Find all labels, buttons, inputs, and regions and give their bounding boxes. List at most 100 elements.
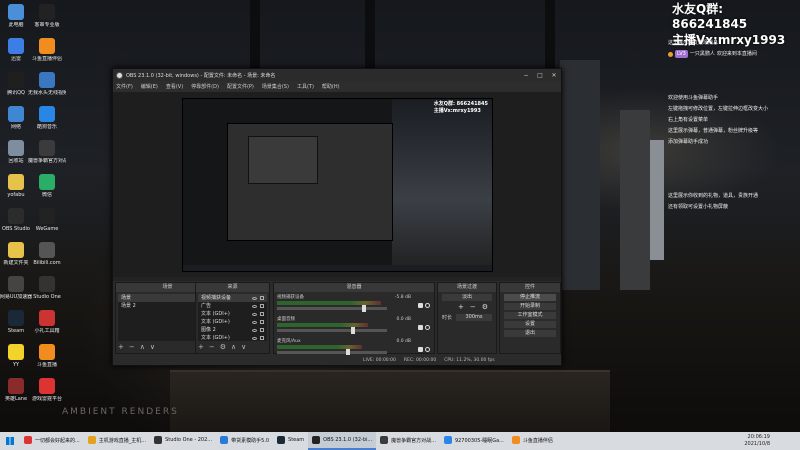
gear-icon[interactable]: ⚙ bbox=[482, 303, 488, 311]
speaker-icon[interactable] bbox=[418, 325, 423, 330]
eye-icon[interactable] bbox=[252, 296, 257, 300]
lock-icon[interactable] bbox=[260, 312, 264, 316]
dock-title: 来源 bbox=[196, 283, 269, 292]
eye-icon[interactable] bbox=[252, 328, 257, 332]
source-item[interactable]: 视频捕获设备 bbox=[198, 294, 267, 302]
desktop-icon[interactable]: 魔兽争霸官方对战平台 bbox=[28, 140, 66, 164]
rec-status: REC: 00:00:00 bbox=[403, 357, 437, 363]
speaker-icon[interactable] bbox=[418, 303, 423, 308]
maximize-icon[interactable]: □ bbox=[533, 72, 547, 79]
system-tray-clock[interactable]: 20:06:19 2021/10/8 bbox=[744, 434, 800, 448]
add-icon[interactable]: + bbox=[458, 303, 464, 311]
volume-slider[interactable] bbox=[277, 349, 387, 356]
desktop-icon[interactable]: Bilibili.com bbox=[28, 242, 66, 266]
speaker-icon[interactable] bbox=[418, 347, 423, 352]
game-icon bbox=[8, 378, 24, 394]
lock-icon[interactable] bbox=[260, 296, 264, 300]
lock-icon[interactable] bbox=[260, 328, 264, 332]
minimize-icon[interactable]: − bbox=[519, 72, 533, 79]
qq-icon bbox=[443, 436, 452, 444]
up-arrow-icon[interactable]: ∧ bbox=[140, 343, 145, 352]
desktop-icon[interactable]: 斗鱼直播伴侣 bbox=[28, 38, 66, 62]
source-item[interactable]: 图像 2 bbox=[198, 326, 267, 334]
obs-preview[interactable]: 水友Q群: 866241845 主播Vx:mrxy1993 bbox=[113, 92, 561, 277]
desktop-icon[interactable]: 微信 bbox=[28, 174, 66, 198]
taskbar-item[interactable]: 斗鱼直播伴侣 bbox=[508, 432, 557, 450]
taskbar-item[interactable]: Steam bbox=[273, 432, 308, 450]
lock-icon[interactable] bbox=[260, 304, 264, 308]
remove-icon[interactable]: − bbox=[470, 303, 476, 311]
menu-item[interactable]: 工具(T) bbox=[297, 83, 314, 90]
eye-icon[interactable] bbox=[252, 336, 257, 340]
down-arrow-icon[interactable]: ∨ bbox=[241, 343, 246, 352]
taskbar-item[interactable]: 92700305-睡眠Ga... bbox=[440, 432, 508, 450]
taskbar-item[interactable]: 带货素模助手5.0 bbox=[216, 432, 273, 450]
remove-icon[interactable]: − bbox=[129, 343, 135, 352]
gear-icon[interactable] bbox=[425, 347, 430, 352]
desktop-icon[interactable]: 小礼工具箱 bbox=[28, 310, 66, 334]
taskbar-item[interactable]: OBS 23.1.0 (32-bi... bbox=[308, 432, 377, 450]
source-item[interactable]: 广告 bbox=[198, 302, 267, 310]
up-arrow-icon[interactable]: ∧ bbox=[231, 343, 236, 352]
desktop-icon[interactable]: 游戏雷霆平台 bbox=[28, 378, 66, 402]
taskbar-item[interactable]: 一切都会好起来的... bbox=[20, 432, 84, 450]
obs-icon bbox=[312, 436, 321, 444]
taskbar-item[interactable]: 主机游戏直播_主机... bbox=[84, 432, 150, 450]
add-icon[interactable]: + bbox=[198, 343, 204, 352]
source-item[interactable]: 文本 (GDI+) bbox=[198, 334, 267, 341]
remove-icon[interactable]: − bbox=[209, 343, 215, 352]
menu-item[interactable]: 帮助(H) bbox=[322, 83, 340, 90]
control-button[interactable]: 退出 bbox=[504, 330, 556, 337]
menu-item[interactable]: 停靠部件(D) bbox=[191, 83, 219, 90]
control-button[interactable]: 开始录制 bbox=[504, 303, 556, 310]
transition-select[interactable]: 淡出 bbox=[442, 294, 492, 301]
down-arrow-icon[interactable]: ∨ bbox=[150, 343, 155, 352]
controls-buttons: 停止推流开始录制工作室模式设置退出 bbox=[500, 294, 560, 337]
source-item[interactable]: 文本 (GDI+) bbox=[198, 318, 267, 326]
desktop-icon[interactable]: 客串专业版 bbox=[28, 4, 66, 28]
control-button[interactable]: 工作室模式 bbox=[504, 312, 556, 319]
volume-knob[interactable] bbox=[361, 305, 366, 312]
desktop-icon[interactable]: 酷狗音乐 bbox=[28, 106, 66, 130]
menu-item[interactable]: 配置文件(P) bbox=[227, 83, 254, 90]
eye-icon[interactable] bbox=[252, 312, 257, 316]
volume-slider[interactable] bbox=[277, 327, 387, 334]
desktop-icon[interactable]: WeGame bbox=[28, 208, 66, 232]
start-button[interactable] bbox=[0, 432, 20, 450]
taskbar-label: 斗鱼直播伴侣 bbox=[522, 437, 553, 444]
chat-message: LV3 一只黑鹦人 欢迎来到本直播间 bbox=[668, 50, 796, 58]
menu-item[interactable]: 查看(V) bbox=[166, 83, 183, 90]
volume-knob[interactable] bbox=[351, 327, 356, 334]
eye-icon[interactable] bbox=[252, 304, 257, 308]
menu-item[interactable]: 编辑(E) bbox=[141, 83, 158, 90]
gear-icon[interactable] bbox=[425, 325, 430, 330]
desktop-icon[interactable]: Studio One bbox=[28, 276, 66, 300]
obs-logo-icon bbox=[116, 71, 123, 79]
desktop-icon[interactable]: 无我水头无线视频 bbox=[28, 72, 66, 96]
taskbar-item[interactable]: 魔兽争霸官方对战... bbox=[376, 432, 440, 450]
eye-icon[interactable] bbox=[252, 320, 257, 324]
obs-window[interactable]: OBS 23.1.0 (32-bit, windows) - 配置文件: 未命名… bbox=[112, 68, 562, 366]
control-button[interactable]: 设置 bbox=[504, 321, 556, 328]
lock-icon[interactable] bbox=[260, 336, 264, 340]
menu-item[interactable]: 文件(F) bbox=[116, 83, 133, 90]
chat-user: 一只黑鹦人 bbox=[689, 51, 715, 57]
lock-icon[interactable] bbox=[260, 320, 264, 324]
gear-icon[interactable]: ⚙ bbox=[220, 343, 226, 352]
taskbar-label: Studio One - 202... bbox=[165, 437, 213, 443]
menu-item[interactable]: 场景集合(S) bbox=[262, 83, 289, 90]
duration-input[interactable]: 300ms bbox=[456, 314, 492, 321]
steam-icon bbox=[277, 436, 286, 444]
gear-icon[interactable] bbox=[425, 303, 430, 308]
desktop-icon[interactable]: 斗鱼直播 bbox=[28, 344, 66, 368]
bed-decor bbox=[170, 370, 610, 432]
close-icon[interactable]: ✕ bbox=[547, 72, 561, 79]
add-icon[interactable]: + bbox=[118, 343, 124, 352]
taskbar-item[interactable]: Studio One - 202... bbox=[150, 432, 216, 450]
windows-icon bbox=[6, 437, 14, 445]
obs-titlebar[interactable]: OBS 23.1.0 (32-bit, windows) - 配置文件: 未命名… bbox=[113, 69, 561, 81]
preview-overlay: 水友Q群: 866241845 主播Vx:mrxy1993 bbox=[434, 101, 488, 115]
source-item[interactable]: 文本 (GDI+) bbox=[198, 310, 267, 318]
control-button[interactable]: 停止推流 bbox=[504, 294, 556, 301]
volume-slider[interactable] bbox=[277, 305, 387, 312]
